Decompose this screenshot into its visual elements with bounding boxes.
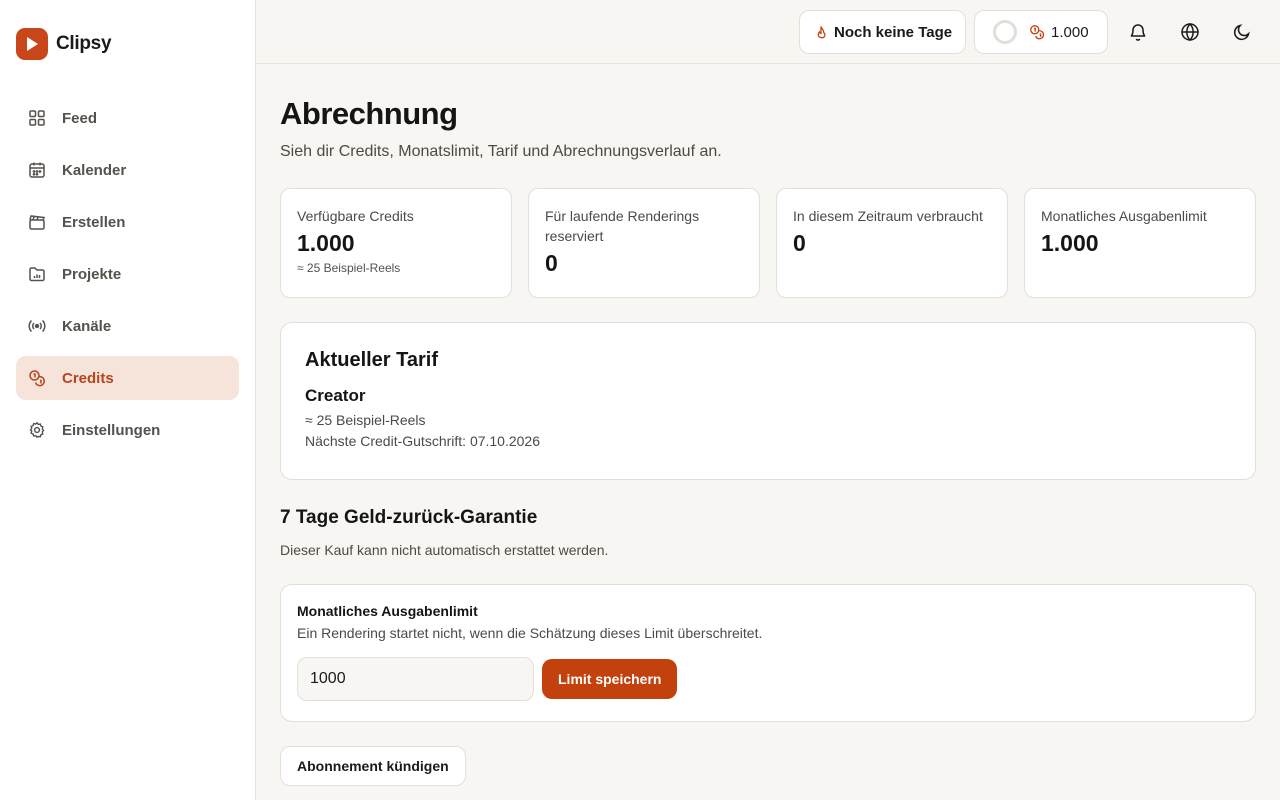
stat-card-available-credits: Verfügbare Credits 1.000 ≈ 25 Beispiel-R… (280, 188, 512, 298)
stat-value: 1.000 (1041, 230, 1099, 256)
brand[interactable]: Clipsy (16, 28, 112, 60)
sidebar: Clipsy Feed Kalender Erstellen Projekte … (0, 0, 256, 800)
sidebar-item-label: Einstellungen (62, 421, 161, 439)
stat-label: Verfügbare Credits (297, 208, 414, 224)
sidebar-item-label: Kalender (62, 161, 127, 179)
sidebar-item-kalender[interactable]: Kalender (16, 148, 239, 192)
sidebar-item-label: Erstellen (62, 213, 126, 231)
credits-button[interactable]: 1.000 (974, 10, 1108, 54)
guarantee-subtitle: Dieser Kauf kann nicht automatisch ersta… (280, 542, 609, 558)
spending-limit-card: Monatliches Ausgabenlimit Ein Rendering … (280, 584, 1256, 722)
sidebar-item-label: Credits (62, 369, 114, 387)
sidebar-item-credits[interactable]: Credits (16, 356, 239, 400)
plan-reels: ≈ 25 Beispiel-Reels (305, 412, 426, 428)
grid-icon (29, 110, 45, 126)
gear-icon (29, 421, 45, 439)
stat-label: Monatliches Ausgabenlimit (1041, 208, 1207, 224)
page-title: Abrechnung (280, 96, 458, 131)
broadcast-icon (28, 319, 46, 333)
stat-card-consumed: In diesem Zeitraum verbraucht 0 (776, 188, 1008, 298)
calendar-icon (29, 162, 45, 178)
save-limit-button[interactable]: Limit speichern (542, 659, 678, 699)
limit-form: Limit speichern (297, 657, 1239, 701)
sidebar-item-feed[interactable]: Feed (16, 96, 239, 140)
stat-card-reserved: Für laufende Renderings reserviert 0 (528, 188, 760, 298)
credits-value: 1.000 (1051, 23, 1089, 41)
sidebar-item-label: Projekte (62, 265, 122, 283)
sidebar-item-erstellen[interactable]: Erstellen (16, 200, 239, 244)
plan-name: Creator (305, 386, 366, 405)
moon-icon[interactable] (1230, 20, 1254, 44)
streak-label: Noch keine Tage (834, 23, 953, 41)
progress-ring-icon (993, 20, 1017, 44)
guarantee-title: 7 Tage Geld-zurück-Garantie (280, 507, 538, 528)
cancel-subscription-button[interactable]: Abonnement kündigen (280, 746, 466, 786)
sidebar-item-kanaele[interactable]: Kanäle (16, 304, 239, 348)
bell-icon[interactable] (1126, 20, 1150, 44)
stat-label: In diesem Zeitraum verbraucht (793, 208, 983, 224)
stat-value: 1.000 (297, 230, 355, 256)
stat-card-monthly-limit: Monatliches Ausgabenlimit 1.000 (1024, 188, 1256, 298)
topbar: Noch keine Tage 1.000 (256, 0, 1280, 64)
flame-icon (817, 26, 826, 39)
clapperboard-icon (29, 215, 46, 230)
current-plan-card: Aktueller Tarif Creator ≈ 25 Beispiel-Re… (280, 322, 1256, 480)
plan-heading: Aktueller Tarif (305, 349, 438, 371)
sidebar-item-projekte[interactable]: Projekte (16, 252, 239, 296)
folder-chart-icon (29, 267, 45, 282)
stat-value: 0 (793, 230, 806, 256)
brand-name: Clipsy (56, 33, 112, 54)
stat-note: ≈ 25 Beispiel-Reels (297, 261, 401, 275)
sidebar-nav: Feed Kalender Erstellen Projekte Kanäle … (16, 96, 239, 460)
coins-icon (29, 370, 45, 387)
limit-title: Monatliches Ausgabenlimit (297, 603, 478, 619)
stat-label: Für laufende Renderings reserviert (545, 208, 700, 244)
sidebar-item-einstellungen[interactable]: Einstellungen (16, 408, 239, 452)
plan-next-credit: Nächste Credit-Gutschrift: 07.10.2026 (305, 433, 541, 449)
streak-button[interactable]: Noch keine Tage (799, 10, 966, 54)
limit-description: Ein Rendering startet nicht, wenn die Sc… (297, 625, 763, 641)
stat-value: 0 (545, 250, 558, 276)
play-logo-icon (16, 28, 48, 60)
page-subtitle: Sieh dir Credits, Monatslimit, Tarif und… (280, 143, 722, 160)
sidebar-item-label: Feed (62, 109, 98, 127)
sidebar-item-label: Kanäle (62, 317, 112, 335)
coins-icon (1030, 25, 1045, 40)
globe-icon[interactable] (1178, 20, 1202, 44)
limit-input[interactable] (297, 657, 534, 701)
